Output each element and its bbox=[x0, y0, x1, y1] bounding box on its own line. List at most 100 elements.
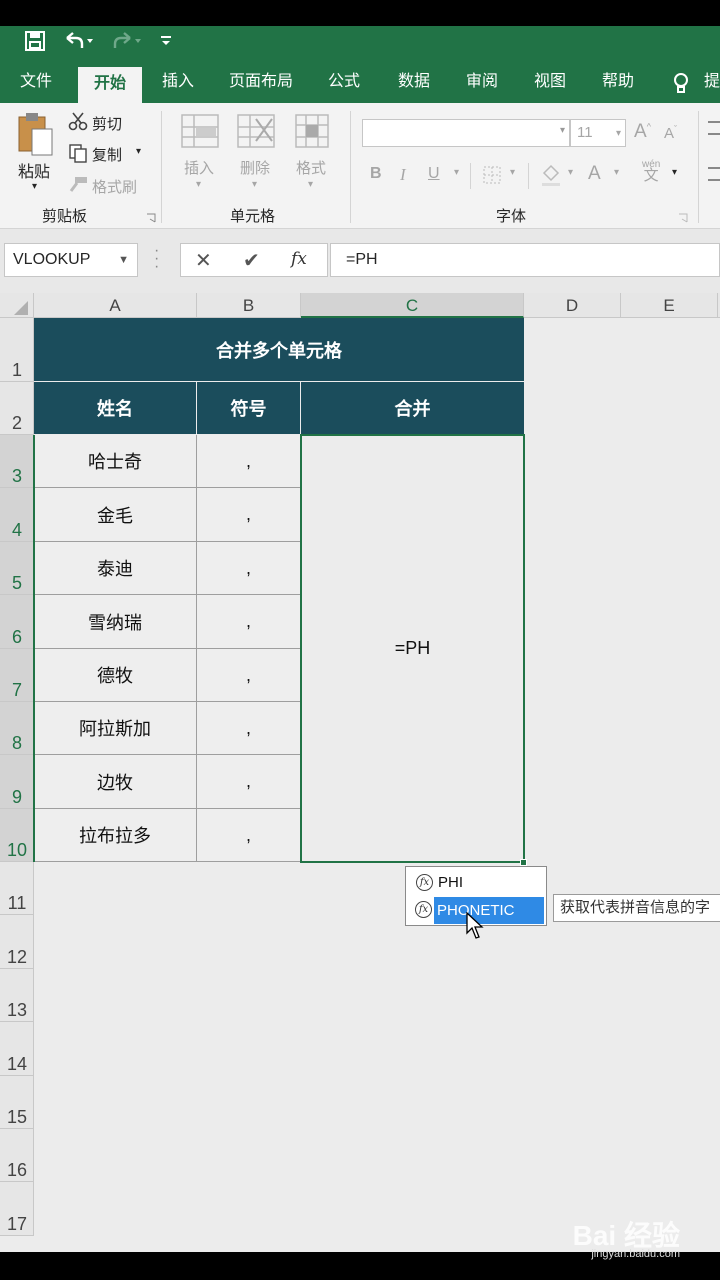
worksheet-grid[interactable]: A B C D E 1 2 3 4 5 6 7 8 9 10 11 12 13 … bbox=[0, 293, 720, 1252]
underline-button[interactable]: U bbox=[428, 165, 440, 183]
insert-cells-icon[interactable] bbox=[180, 111, 220, 151]
row-header-1[interactable]: 1 bbox=[0, 318, 34, 382]
align-left-icon[interactable] bbox=[708, 167, 720, 181]
row-header-2[interactable]: 2 bbox=[0, 382, 34, 435]
delete-cells-icon[interactable] bbox=[236, 111, 276, 151]
name-cell[interactable]: 雪纳瑞 bbox=[34, 595, 197, 649]
merged-cell-c3-c10[interactable]: =PH bbox=[300, 434, 525, 863]
redo-icon[interactable] bbox=[110, 30, 142, 52]
name-cell[interactable]: 拉布拉多 bbox=[34, 809, 197, 862]
name-cell[interactable]: 边牧 bbox=[34, 755, 197, 809]
symbol-cell[interactable]: , bbox=[197, 755, 301, 809]
paste-dropdown-icon[interactable]: ▾ bbox=[32, 181, 37, 192]
scissors-icon[interactable] bbox=[68, 111, 88, 131]
format-painter-button[interactable]: 格式刷 bbox=[92, 176, 137, 197]
format-cells-button[interactable]: 格式 bbox=[296, 157, 326, 178]
row-header-14[interactable]: 14 bbox=[0, 1022, 34, 1076]
column-header-a[interactable]: A bbox=[34, 293, 197, 318]
tab-data[interactable]: 数据 bbox=[386, 64, 442, 103]
row-header-5[interactable]: 5 bbox=[0, 542, 34, 595]
cancel-icon[interactable]: ✕ bbox=[195, 248, 212, 273]
increase-font-size-icon[interactable]: A^ bbox=[634, 121, 651, 143]
font-size-select[interactable]: 11 ▾ bbox=[570, 119, 626, 147]
format-painter-icon[interactable] bbox=[68, 175, 88, 193]
row-header-8[interactable]: 8 bbox=[0, 702, 34, 755]
column-header-d[interactable]: D bbox=[524, 293, 621, 318]
symbol-cell[interactable]: , bbox=[197, 595, 301, 649]
row-header-10[interactable]: 10 bbox=[0, 809, 34, 862]
bold-button[interactable]: B bbox=[370, 165, 382, 183]
name-cell[interactable]: 阿拉斯加 bbox=[34, 702, 197, 755]
fill-color-dropdown-icon[interactable]: ▾ bbox=[568, 167, 573, 178]
tab-file[interactable]: 文件 bbox=[8, 64, 64, 103]
symbol-cell[interactable]: , bbox=[197, 702, 301, 755]
copy-icon[interactable] bbox=[68, 143, 88, 163]
row-header-12[interactable]: 12 bbox=[0, 915, 34, 969]
tab-insert[interactable]: 插入 bbox=[150, 64, 206, 103]
header-name[interactable]: 姓名 bbox=[34, 382, 196, 434]
borders-icon[interactable] bbox=[482, 165, 502, 185]
column-header-e[interactable]: E bbox=[621, 293, 718, 318]
font-name-select[interactable]: ▾ bbox=[362, 119, 570, 147]
undo-icon[interactable] bbox=[62, 30, 94, 52]
cut-button[interactable]: 剪切 bbox=[92, 113, 122, 134]
column-header-b[interactable]: B bbox=[197, 293, 301, 318]
symbol-cell[interactable]: , bbox=[197, 542, 301, 595]
copy-dropdown-icon[interactable]: ▾ bbox=[136, 146, 141, 157]
customize-icon[interactable] bbox=[160, 34, 172, 48]
insert-function-icon[interactable]: fx bbox=[291, 249, 307, 269]
row-header-11[interactable]: 11 bbox=[0, 862, 34, 915]
table-title[interactable]: 合并多个单元格 bbox=[34, 318, 524, 381]
insert-cells-button[interactable]: 插入 bbox=[184, 157, 214, 178]
save-icon[interactable] bbox=[24, 30, 46, 52]
tab-formulas[interactable]: 公式 bbox=[316, 64, 372, 103]
header-merge[interactable]: 合并 bbox=[301, 382, 524, 434]
formula-input[interactable]: =PH bbox=[330, 243, 720, 277]
lightbulb-icon[interactable] bbox=[672, 72, 690, 96]
dialog-launcher-icon[interactable] bbox=[678, 213, 688, 223]
header-symbol[interactable]: 符号 bbox=[197, 382, 300, 434]
row-header-17[interactable]: 17 bbox=[0, 1182, 34, 1236]
symbol-cell[interactable]: , bbox=[197, 649, 301, 702]
select-all-corner[interactable] bbox=[0, 293, 34, 318]
decrease-font-size-icon[interactable]: Aˇ bbox=[664, 124, 677, 142]
symbol-cell[interactable]: , bbox=[197, 488, 301, 542]
format-cells-icon[interactable] bbox=[292, 111, 332, 151]
autocomplete-item[interactable]: fx PHI bbox=[410, 869, 546, 896]
underline-dropdown-icon[interactable]: ▾ bbox=[454, 167, 459, 178]
tab-help[interactable]: 帮助 bbox=[590, 64, 646, 103]
column-header-c[interactable]: C bbox=[301, 293, 524, 318]
row-header-13[interactable]: 13 bbox=[0, 969, 34, 1022]
row-header-15[interactable]: 15 bbox=[0, 1076, 34, 1129]
tab-home[interactable]: 开始 bbox=[78, 67, 142, 103]
copy-button[interactable]: 复制 bbox=[92, 144, 122, 165]
symbol-cell[interactable]: , bbox=[197, 435, 301, 488]
tab-view[interactable]: 视图 bbox=[522, 64, 578, 103]
italic-button[interactable]: I bbox=[400, 165, 406, 185]
tab-page-layout[interactable]: 页面布局 bbox=[220, 64, 302, 103]
row-header-4[interactable]: 4 bbox=[0, 488, 34, 542]
row-header-9[interactable]: 9 bbox=[0, 755, 34, 809]
name-cell[interactable]: 德牧 bbox=[34, 649, 197, 702]
row-header-7[interactable]: 7 bbox=[0, 649, 34, 702]
font-color-button[interactable]: A bbox=[588, 163, 601, 185]
dialog-launcher-icon[interactable] bbox=[146, 213, 156, 223]
autocomplete-item-selected[interactable]: PHONETIC bbox=[434, 897, 544, 924]
font-color-dropdown-icon[interactable]: ▾ bbox=[614, 167, 619, 178]
phonetic-guide-button[interactable]: wén 文 bbox=[642, 159, 660, 183]
tab-tell-me[interactable]: 提 bbox=[704, 64, 720, 103]
more-icon[interactable]: · · · bbox=[154, 243, 159, 275]
name-box[interactable]: VLOOKUP ▼ bbox=[4, 243, 138, 277]
tab-review[interactable]: 审阅 bbox=[454, 64, 510, 103]
paste-button[interactable]: 粘贴 bbox=[18, 158, 50, 182]
fill-color-icon[interactable] bbox=[540, 163, 562, 187]
phonetic-dropdown-icon[interactable]: ▾ bbox=[672, 167, 677, 178]
row-header-3[interactable]: 3 bbox=[0, 435, 34, 488]
row-header-6[interactable]: 6 bbox=[0, 595, 34, 649]
name-cell[interactable]: 哈士奇 bbox=[34, 435, 197, 488]
chevron-down-icon[interactable]: ▼ bbox=[118, 244, 129, 276]
name-cell[interactable]: 泰迪 bbox=[34, 542, 197, 595]
align-top-icon[interactable] bbox=[708, 121, 720, 135]
row-header-16[interactable]: 16 bbox=[0, 1129, 34, 1182]
name-cell[interactable]: 金毛 bbox=[34, 488, 197, 542]
